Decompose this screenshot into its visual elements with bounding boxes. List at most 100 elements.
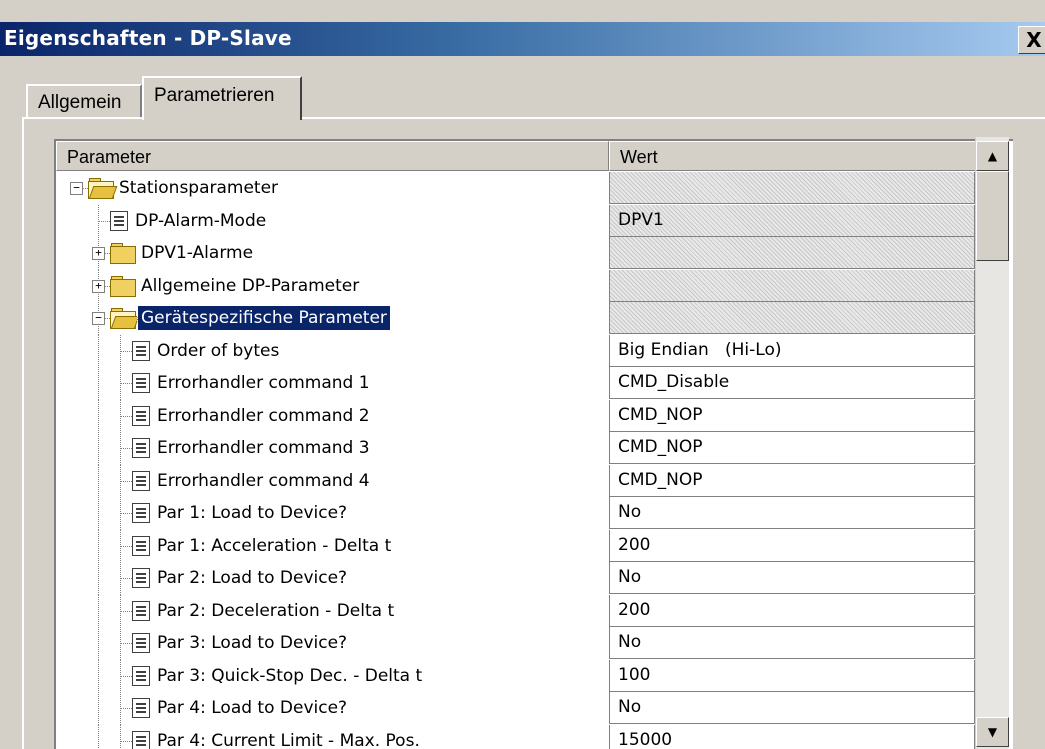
row-value-cell[interactable]: CMD_NOP (609, 399, 975, 432)
tree-connector (120, 529, 121, 563)
tree-connector (98, 724, 99, 749)
row-value-cell[interactable]: CMD_Disable (609, 367, 975, 399)
row-value-cell[interactable]: 100 (609, 659, 975, 692)
tree-connector (98, 367, 99, 400)
tab-parametrieren-label: Parametrieren (154, 85, 275, 106)
parameter-icon (132, 633, 150, 653)
row-label[interactable]: Par 3: Load to Device? (154, 631, 350, 655)
row-value-cell[interactable]: 15000 (609, 724, 975, 749)
tree-row[interactable]: + DPV1-Alarme (56, 237, 991, 270)
tree-connector (120, 643, 132, 644)
parameter-icon (132, 730, 150, 749)
expand-icon[interactable]: + (92, 279, 105, 293)
tree-connector (120, 497, 121, 530)
scroll-thumb[interactable] (976, 171, 1009, 261)
tree-connector (120, 659, 121, 693)
folder-open-icon (110, 308, 140, 329)
tree-connector (98, 204, 99, 238)
row-value-cell[interactable]: 200 (609, 529, 975, 562)
row-label[interactable]: Errorhandler command 2 (154, 404, 373, 428)
row-label[interactable]: Errorhandler command 4 (154, 469, 373, 493)
tree-connector (98, 220, 110, 222)
row-label[interactable]: Errorhandler command 1 (154, 371, 373, 395)
tree-connector (120, 480, 132, 482)
collapse-icon[interactable]: − (70, 182, 83, 195)
tree-row[interactable]: Par 3: Load to Device? No (56, 627, 991, 660)
tree-row[interactable]: − Gerätespezifische Parameter (56, 302, 991, 335)
title-bar[interactable]: Eigenschaften - DP-Slave X (0, 22, 1045, 56)
tree-row[interactable]: Par 4: Current Limit - Max. Pos. 15000 (56, 724, 991, 749)
tree-connector (98, 594, 99, 628)
tab-allgemein[interactable]: Allgemein (26, 84, 142, 118)
tab-parametrieren[interactable]: Parametrieren (142, 76, 302, 120)
vertical-scrollbar[interactable]: ▲ ▼ (975, 137, 1009, 749)
parameter-icon (132, 373, 150, 393)
tree-connector (98, 334, 99, 368)
parameter-tree-list[interactable]: Parameter Wert − Stationsparameter DP-Alar… (54, 139, 1013, 749)
row-value-cell[interactable]: CMD_NOP (609, 432, 975, 464)
expand-icon[interactable]: + (92, 247, 105, 260)
row-label[interactable]: Allgemeine DP-Parameter (138, 274, 362, 298)
row-label[interactable]: Par 1: Acceleration - Delta t (154, 534, 394, 558)
tree-row[interactable]: Errorhandler command 2 CMD_NOP (56, 399, 991, 433)
tree-connector (120, 399, 121, 433)
tree-row[interactable]: Par 1: Acceleration - Delta t 200 (56, 529, 991, 563)
tree-row[interactable]: Errorhandler command 4 CMD_NOP (56, 464, 991, 498)
tree-row[interactable]: Order of bytes Big Endian (Hi-Lo) (56, 334, 991, 368)
row-value-cell[interactable]: Big Endian (Hi-Lo) (609, 334, 975, 367)
row-value-cell (609, 269, 975, 302)
close-button[interactable]: X (1018, 26, 1045, 54)
tree-row[interactable]: + Allgemeine DP-Parameter (56, 269, 991, 303)
row-value-cell[interactable]: No (609, 562, 975, 594)
tree-row[interactable]: Par 2: Load to Device? No (56, 562, 991, 595)
row-name-cell: Par 2: Load to Device? (56, 562, 609, 595)
row-label[interactable]: Par 2: Load to Device? (154, 566, 350, 590)
tree-row[interactable]: Par 3: Quick-Stop Dec. - Delta t 100 (56, 659, 991, 693)
tree-connector (98, 627, 99, 660)
tree-row[interactable]: Par 4: Load to Device? No (56, 692, 991, 725)
row-label[interactable]: DP-Alarm-Mode (132, 209, 269, 233)
row-name-cell: Par 3: Quick-Stop Dec. - Delta t (56, 659, 609, 693)
row-label[interactable]: Stationsparameter (116, 176, 281, 200)
column-header-parameter[interactable]: Parameter (56, 141, 609, 171)
row-name-cell: Errorhandler command 2 (56, 399, 609, 433)
arrow-down-icon: ▼ (987, 725, 998, 739)
window-title: Eigenschaften - DP-Slave (4, 26, 292, 50)
row-value-cell[interactable]: No (609, 627, 975, 659)
tree-row[interactable]: Par 1: Load to Device? No (56, 497, 991, 530)
tree-row[interactable]: Errorhandler command 3 CMD_NOP (56, 432, 991, 465)
tree-row[interactable]: DP-Alarm-Mode DPV1 (56, 204, 991, 238)
row-label[interactable]: Par 4: Current Limit - Max. Pos. (154, 729, 423, 749)
tree-connector (120, 464, 121, 498)
tree-connector (98, 497, 99, 530)
row-value-cell[interactable]: No (609, 497, 975, 529)
row-label[interactable]: Order of bytes (154, 339, 282, 363)
row-name-cell: − Stationsparameter (56, 172, 609, 205)
row-label[interactable]: Par 4: Load to Device? (154, 696, 350, 720)
tree-connector (120, 562, 121, 595)
tree-row[interactable]: − Stationsparameter (56, 172, 991, 205)
row-label[interactable]: Par 3: Quick-Stop Dec. - Delta t (154, 664, 425, 688)
scroll-down-button[interactable]: ▼ (976, 717, 1009, 747)
scroll-up-button[interactable]: ▲ (976, 141, 1009, 171)
row-label[interactable]: DPV1-Alarme (138, 241, 256, 265)
tree-connector (120, 740, 132, 742)
collapse-icon[interactable]: − (92, 312, 105, 325)
row-label[interactable]: Errorhandler command 3 (154, 436, 373, 460)
tree-connector (120, 724, 121, 749)
row-value-cell[interactable]: CMD_NOP (609, 464, 975, 497)
column-header-wert[interactable]: Wert (609, 141, 992, 171)
folder-open-icon (88, 178, 118, 199)
row-label[interactable]: Par 1: Load to Device? (154, 501, 350, 525)
tree-connector (120, 448, 132, 449)
row-name-cell: Par 4: Load to Device? (56, 692, 609, 725)
row-value-cell[interactable]: No (609, 692, 975, 724)
row-label[interactable]: Par 2: Deceleration - Delta t (154, 599, 397, 623)
row-label[interactable]: Gerätespezifische Parameter (137, 305, 391, 331)
folder-icon (110, 275, 136, 297)
parameter-icon (132, 665, 150, 686)
tree-row[interactable]: Errorhandler command 1 CMD_Disable (56, 367, 991, 400)
row-value-cell[interactable]: 200 (609, 594, 975, 627)
tree-row[interactable]: Par 2: Deceleration - Delta t 200 (56, 594, 991, 628)
row-name-cell: DP-Alarm-Mode (56, 204, 609, 238)
